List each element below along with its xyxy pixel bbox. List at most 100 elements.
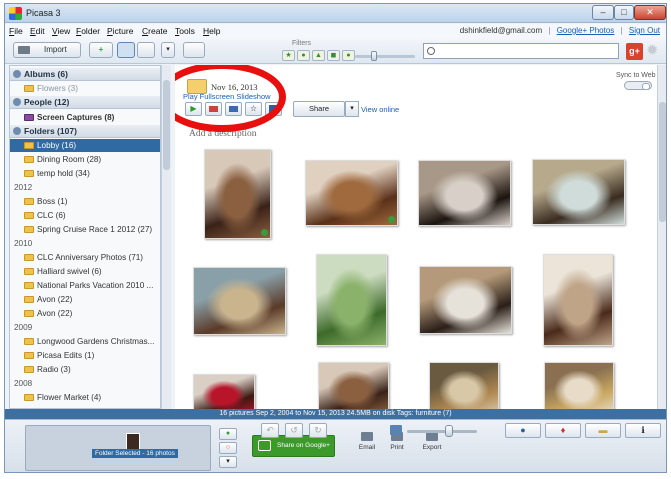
share-google-plus-button[interactable]: Share on Google+ (252, 435, 335, 457)
google-plus-icon[interactable]: g+ (626, 43, 643, 60)
add-to-album-icon[interactable]: ▾ (219, 456, 237, 468)
filter-movies-icon[interactable]: ◼ (327, 50, 340, 61)
people-header[interactable]: People (12) (10, 96, 160, 109)
sidebar-item-radio[interactable]: Radio (3) (10, 363, 160, 376)
tags-pane-icon[interactable]: ▬ (585, 423, 621, 438)
sidebar-item-lobby[interactable]: Lobby (16) (10, 139, 160, 152)
photo-map[interactable] (193, 267, 286, 335)
album-icon (24, 85, 34, 92)
people-pane-icon[interactable]: ● (505, 423, 541, 438)
year-header-2012: 2012 (14, 183, 33, 192)
info-pane-icon[interactable]: ℹ (625, 423, 661, 438)
library-scrollbar-thumb[interactable] (163, 80, 170, 170)
sidebar-item-screen-captures[interactable]: Screen Captures (8) (10, 111, 160, 124)
view-online-link[interactable]: View online (361, 105, 399, 114)
photo-mirror[interactable] (429, 362, 499, 409)
sidebar-item-clc[interactable]: CLC (6) (10, 209, 160, 222)
photo-chair-2[interactable] (318, 362, 389, 409)
photo-tree[interactable] (316, 254, 387, 346)
gear-icon[interactable]: ✹ (646, 42, 659, 60)
menu-create[interactable]: Create (142, 26, 168, 36)
filter-slider-knob[interactable] (371, 51, 377, 61)
rotate-counter-icon[interactable]: ↺ (285, 423, 303, 438)
annotation-circle (175, 65, 286, 132)
hold-icon[interactable]: ● (219, 428, 237, 440)
sidebar-item-label: Avon (22) (37, 295, 73, 304)
photo-sculpture[interactable] (418, 160, 511, 226)
sidebar-item-national-parks[interactable]: National Parks Vacation 2010 ... (10, 279, 160, 292)
sidebar-item-flowers[interactable]: Flowers (3) (10, 82, 160, 95)
sidebar-item-avon[interactable]: Avon (22) (10, 293, 160, 306)
share-button[interactable]: Share (293, 101, 345, 117)
sidebar-item-picasa-edits[interactable]: Picasa Edits (1) (10, 349, 160, 362)
folder-view: Nov 16, 2013 Play Fullscreen Slideshow ▶… (175, 65, 657, 409)
places-pane-icon[interactable]: ♦ (545, 423, 581, 438)
folder-icon (24, 198, 34, 205)
menu-view[interactable]: View (52, 26, 70, 36)
folder-icon (24, 310, 34, 317)
filter-geotag-icon[interactable]: ● (342, 50, 355, 61)
menu-picture[interactable]: Picture (107, 26, 133, 36)
list-view-icon[interactable] (137, 42, 155, 58)
photo-painting[interactable] (532, 159, 625, 225)
sidebar-item-label: Boss (1) (37, 197, 68, 206)
rotate-left-icon[interactable]: ↶ (261, 423, 279, 438)
photo-flowers[interactable] (193, 374, 255, 409)
year-header-2009: 2009 (14, 323, 33, 332)
camera-plus-icon (258, 440, 271, 451)
sidebar-item-flower-market[interactable]: Flower Market (4) (10, 391, 160, 404)
photo-chair[interactable] (204, 149, 271, 239)
sync-toggle[interactable] (624, 81, 652, 90)
sign-out-link[interactable]: Sign Out (629, 26, 660, 35)
clear-icon[interactable]: ○ (219, 442, 237, 454)
menu-file[interactable]: File (9, 26, 23, 36)
filters-label: Filters (292, 40, 312, 47)
grid-view-icon[interactable] (117, 42, 135, 58)
sidebar-item-halliard-swivel[interactable]: Halliard swivel (6) (10, 265, 160, 278)
email-button[interactable]: Email (352, 432, 382, 451)
rotate-clockwise-icon[interactable]: ↻ (309, 423, 327, 438)
maximize-button[interactable]: □ (614, 5, 634, 20)
close-button[interactable]: ✕ (634, 5, 666, 20)
add-button[interactable]: + (89, 42, 113, 58)
sidebar-item-boss[interactable]: Boss (1) (10, 195, 160, 208)
albums-header[interactable]: Albums (6) (10, 68, 160, 81)
import-button[interactable]: Import (13, 42, 81, 58)
photo-hallway[interactable] (543, 254, 613, 346)
filter-uploaded-icon[interactable]: ● (297, 50, 310, 61)
menu-tools[interactable]: Tools (175, 26, 195, 36)
share-dropdown[interactable]: ▾ (345, 101, 359, 117)
sidebar-item-label: Spring Cruise Race 1 2012 (27) (37, 225, 153, 234)
folder-icon (24, 282, 34, 289)
photo-chest[interactable] (305, 160, 398, 226)
sidebar-item-longwood-gardens[interactable]: Longwood Gardens Christmas... (10, 335, 160, 348)
search-input[interactable] (424, 44, 618, 58)
people-icon[interactable] (183, 42, 205, 58)
filter-people-icon[interactable]: ▲ (312, 50, 325, 61)
google-photos-link[interactable]: Google+ Photos (557, 26, 615, 35)
menu-edit[interactable]: Edit (30, 26, 45, 36)
sidebar-item-dining-room[interactable]: Dining Room (28) (10, 153, 160, 166)
sidebar-item-spring-cruise[interactable]: Spring Cruise Race 1 2012 (27) (10, 223, 160, 236)
view-dropdown[interactable]: ▾ (161, 42, 175, 58)
filter-starred-icon[interactable]: ★ (282, 50, 295, 61)
photo-bird-print[interactable] (419, 266, 512, 334)
folders-header[interactable]: Folders (107) (10, 125, 160, 138)
filter-date-slider[interactable] (355, 55, 415, 58)
thumbnail-size-slider[interactable] (407, 430, 477, 433)
export-button[interactable]: Export (417, 432, 447, 451)
folder-scrollbar-thumb[interactable] (659, 102, 666, 222)
window-title: Picasa 3 (26, 8, 61, 18)
menu-help[interactable]: Help (203, 26, 220, 36)
sidebar-item-temp-hold[interactable]: temp hold (34) (10, 167, 160, 180)
photo-frame[interactable] (544, 362, 614, 409)
album-icon (24, 114, 34, 121)
menu-folder[interactable]: Folder (76, 26, 100, 36)
sidebar-item-clc-anniversary[interactable]: CLC Anniversary Photos (71) (10, 251, 160, 264)
minimize-button[interactable]: – (592, 5, 614, 20)
thumbnail-size-knob[interactable] (445, 425, 453, 437)
folder-icon (24, 268, 34, 275)
sidebar-item-label: Avon (22) (37, 309, 73, 318)
sidebar-item-label: Halliard swivel (6) (37, 267, 102, 276)
sidebar-item-avon-2[interactable]: Avon (22) (10, 307, 160, 320)
